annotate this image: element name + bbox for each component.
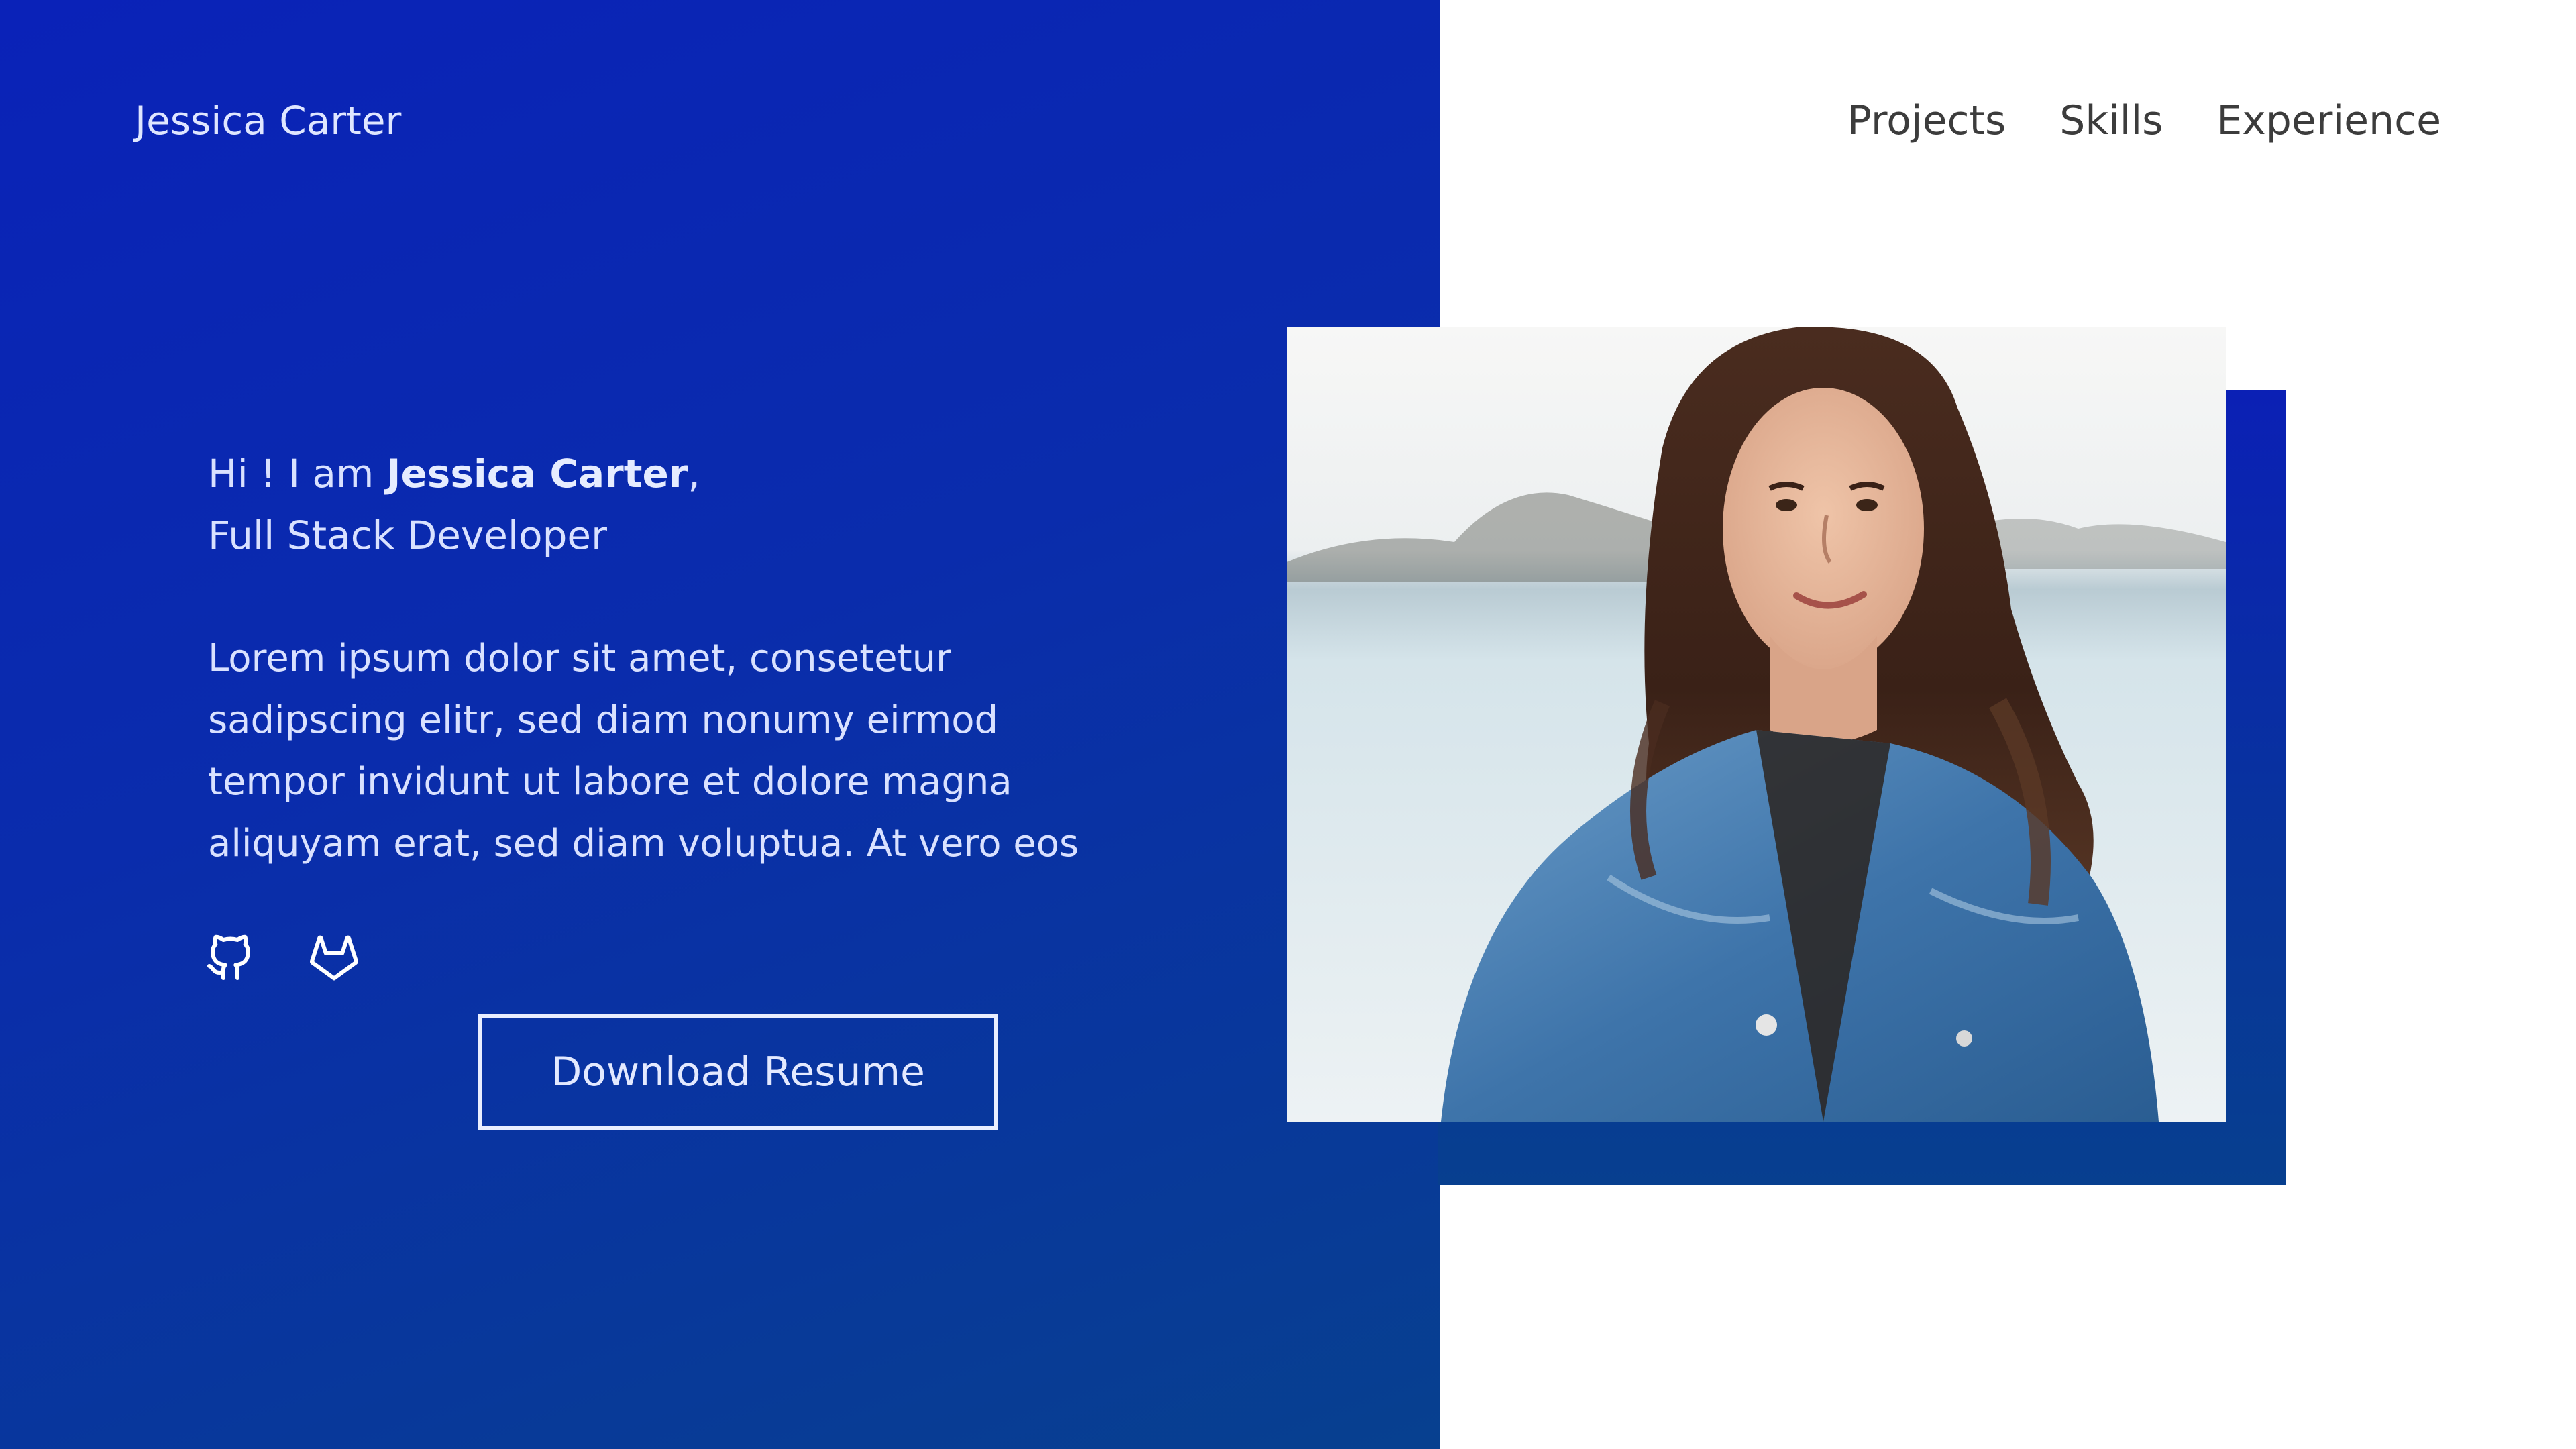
greeting-prefix: Hi ! I am [208,451,386,496]
hero-intro: Hi ! I am Jessica Carter, Full Stack Dev… [208,443,1181,566]
profile-photo [1287,327,2226,1122]
hero-name: Jessica Carter [386,451,688,496]
social-links [205,934,358,982]
greeting-suffix: , [688,451,700,496]
github-icon[interactable] [205,934,254,982]
portrait-illustration [1287,327,2226,1122]
hero-bio: Lorem ipsum dolor sit amet, consetetur s… [208,637,1079,865]
nav-link-skills[interactable]: Skills [2059,94,2163,148]
main-navigation: Projects Skills Experience [1847,94,2441,148]
brand-name[interactable]: Jessica Carter [135,94,401,148]
hero-role: Full Stack Developer [208,513,607,558]
portfolio-page: Jessica Carter Projects Skills Experienc… [0,0,2576,1449]
nav-link-experience[interactable]: Experience [2216,94,2441,148]
nav-link-projects[interactable]: Projects [1847,94,2006,148]
download-resume-button[interactable]: Download Resume [478,1014,998,1130]
gitlab-icon[interactable] [310,934,358,982]
hero-greeting: Hi ! I am Jessica Carter, [208,443,1181,504]
